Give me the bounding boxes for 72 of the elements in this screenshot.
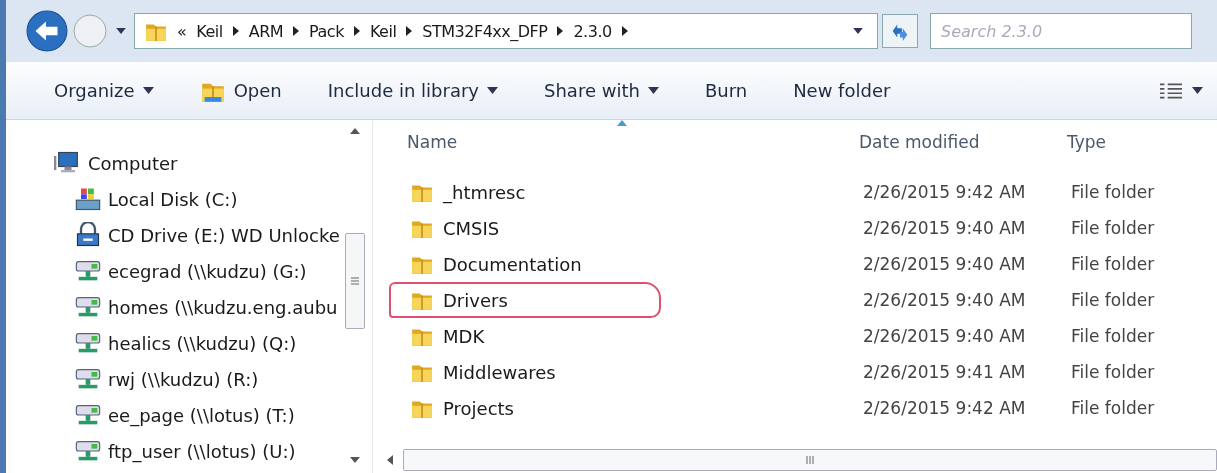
column-header[interactable]: Type bbox=[1067, 120, 1217, 164]
chevron-icon[interactable] bbox=[232, 26, 239, 36]
address-bar[interactable]: « Keil ARM Pack Keil STM32F4xx_DFP 2.3.0 bbox=[134, 13, 878, 49]
list-icon bbox=[1160, 82, 1182, 99]
scroll-thumb[interactable] bbox=[345, 232, 365, 329]
cd-drive-icon bbox=[74, 222, 102, 248]
overflow-chevron[interactable]: « bbox=[177, 21, 187, 41]
breadcrumb[interactable]: STM32F4xx_DFP bbox=[422, 21, 548, 41]
date-text: 2/26/2015 9:40 AM bbox=[863, 326, 1027, 346]
breadcrumb[interactable]: ARM bbox=[248, 21, 284, 41]
chevron-icon[interactable] bbox=[406, 26, 413, 36]
breadcrumb[interactable]: 2.3.0 bbox=[573, 21, 612, 41]
file-item[interactable]: Drivers bbox=[389, 282, 661, 318]
type-text: File folder bbox=[1071, 398, 1156, 418]
file-item[interactable]: Documentation bbox=[411, 246, 863, 282]
caret-icon bbox=[142, 87, 154, 94]
date-text: 2/26/2015 9:40 AM bbox=[863, 254, 1027, 274]
open-button[interactable]: Open bbox=[191, 74, 290, 107]
caret-icon bbox=[647, 87, 659, 94]
tree-item[interactable]: Local Disk (C:) bbox=[6, 181, 344, 217]
type-text: File folder bbox=[1071, 290, 1156, 310]
toolbar-button[interactable]: Organize bbox=[46, 76, 162, 105]
chevron-icon[interactable] bbox=[353, 26, 360, 36]
breadcrumb[interactable]: Keil bbox=[196, 21, 223, 41]
file-item[interactable]: Projects bbox=[411, 390, 863, 426]
scroll-down-icon[interactable] bbox=[350, 457, 360, 463]
breadcrumb[interactable]: Pack bbox=[309, 21, 344, 41]
grip-icon bbox=[806, 456, 814, 464]
toolbar-button[interactable]: New folder bbox=[785, 76, 899, 105]
breadcrumb[interactable]: Keil bbox=[369, 21, 397, 41]
date-text: 2/26/2015 9:40 AM bbox=[863, 218, 1027, 238]
file-item[interactable]: _htmresc bbox=[411, 174, 863, 210]
type-text: File folder bbox=[1071, 326, 1156, 346]
tree-item[interactable]: Computer bbox=[6, 145, 344, 181]
type-text: File folder bbox=[1071, 182, 1156, 202]
type-text: File folder bbox=[1071, 254, 1156, 274]
caret-icon bbox=[1192, 87, 1203, 94]
type-text: File folder bbox=[1071, 218, 1156, 238]
caret-icon[interactable] bbox=[116, 28, 126, 34]
tree-item[interactable]: healics (\\kudzu) (Q:) bbox=[6, 325, 344, 361]
tree-item[interactable]: ftp_user (\\lotus) (U:) bbox=[6, 433, 344, 469]
toolbar-button[interactable]: Include in library bbox=[319, 76, 506, 105]
toolbar-button[interactable]: Burn bbox=[696, 76, 756, 105]
scroll-thumb[interactable] bbox=[403, 449, 1217, 471]
date-text: 2/26/2015 9:41 AM bbox=[863, 362, 1027, 382]
type-text: File folder bbox=[1071, 362, 1156, 382]
chevron-icon[interactable] bbox=[621, 26, 628, 36]
hard-drive-icon bbox=[74, 186, 102, 212]
search-field[interactable]: Search 2.3.0 bbox=[930, 13, 1192, 49]
scroll-left-icon[interactable] bbox=[387, 455, 393, 465]
file-item[interactable]: MDK bbox=[411, 318, 863, 354]
column-header[interactable]: Name bbox=[407, 120, 859, 164]
tree-item[interactable]: CD Drive (E:) WD Unlocke bbox=[6, 217, 344, 253]
date-text: 2/26/2015 9:42 AM bbox=[863, 398, 1027, 418]
date-text: 2/26/2015 9:42 AM bbox=[863, 182, 1027, 202]
date-text: 2/26/2015 9:40 AM bbox=[863, 290, 1027, 310]
tree-item[interactable]: rwj (\\kudzu) (R:) bbox=[6, 361, 344, 397]
refresh-icon[interactable] bbox=[882, 14, 918, 48]
scroll-up-icon[interactable] bbox=[350, 128, 360, 134]
file-item[interactable]: CMSIS bbox=[411, 210, 863, 246]
tree-item[interactable]: ee_page (\\lotus) (T:) bbox=[6, 397, 344, 433]
chevron-icon[interactable] bbox=[293, 26, 300, 36]
file-item[interactable]: Middlewares bbox=[411, 354, 863, 390]
toolbar-button[interactable]: Share with bbox=[536, 76, 667, 105]
caret-icon[interactable] bbox=[853, 28, 863, 34]
tree-item[interactable]: homes (\\kudzu.eng.aubu bbox=[6, 289, 344, 325]
column-header[interactable]: Date modified bbox=[859, 120, 1067, 164]
back-button[interactable] bbox=[26, 10, 68, 52]
chevron-icon[interactable] bbox=[557, 26, 564, 36]
grip-icon bbox=[351, 276, 359, 285]
tree-item[interactable]: ecegrad (\\kudzu) (G:) bbox=[6, 253, 344, 289]
caret-icon bbox=[487, 87, 498, 94]
